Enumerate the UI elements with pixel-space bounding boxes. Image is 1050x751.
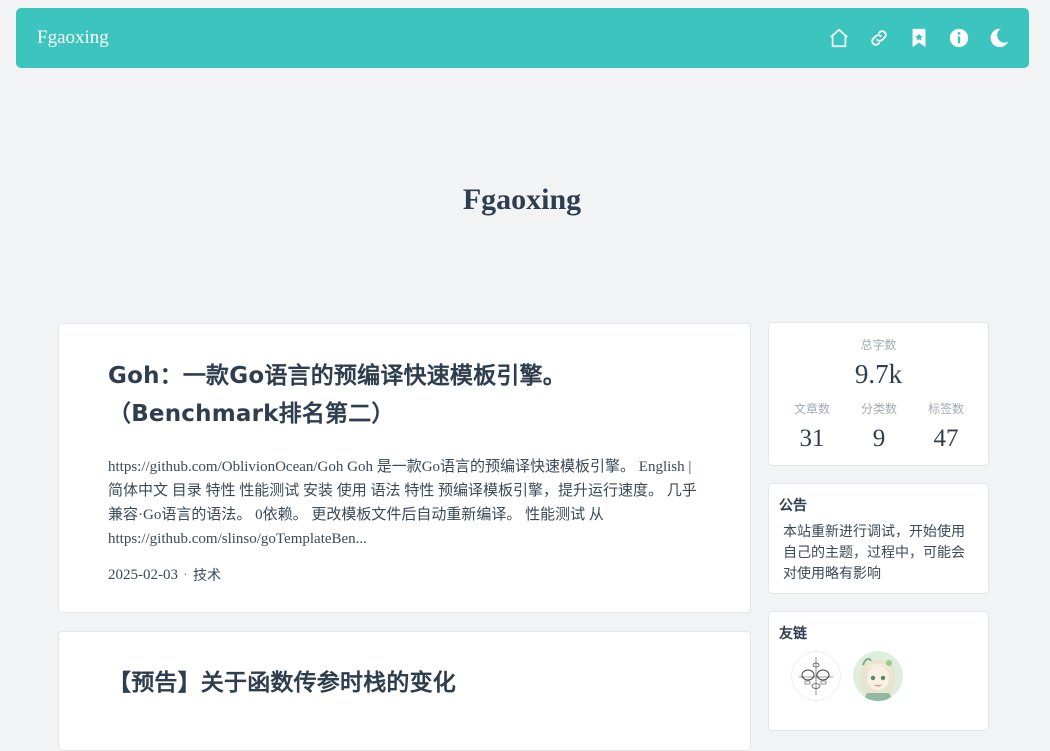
categories-label: 分类数 [860,402,897,416]
bookmark-icon[interactable] [907,26,931,50]
site-brand-link[interactable]: Fgaoxing [37,27,109,49]
tags-stat[interactable]: 标签数 47 [913,400,979,453]
post-title-line: Goh：一款Go语言的预编译快速模板引擎。 [108,363,566,389]
post-title-link[interactable]: 【预告】关于函数传参时栈的变化 [108,664,700,702]
nav-icon-group [827,26,1011,50]
friend-avatar[interactable] [853,651,903,701]
tags-label: 标签数 [927,402,964,416]
articles-label: 文章数 [793,402,830,416]
stat-row: 文章数 31 分类数 9 标签数 47 [779,400,979,453]
home-icon[interactable] [827,26,851,50]
hero-site-title: Fgaoxing [462,183,582,216]
post-date: 2025-02-03 [108,566,178,583]
post-title-line: （Benchmark排名第二） [108,401,395,427]
post-meta: 2025-02-03 · 技术 [108,565,700,585]
friend-links-card: 友链 [768,611,989,731]
articles-count: 31 [799,425,825,452]
link-icon[interactable] [867,26,891,50]
total-words-label: 总字数 [860,338,897,352]
post-title-link[interactable]: Goh：一款Go语言的预编译快速模板引擎。 （Benchmark排名第二） [108,357,700,433]
friend-avatar[interactable] [791,651,841,701]
post-card: Goh：一款Go语言的预编译快速模板引擎。 （Benchmark排名第二） ht… [58,323,751,613]
top-navbar: Fgaoxing [16,8,1029,68]
notice-title: 公告 [779,498,807,514]
site-stats-card: 总字数 9.7k 文章数 31 分类数 9 标签数 47 [768,322,989,466]
notice-card: 公告 本站重新进行调试，开始使用自己的主题，过程中，可能会对使用略有影响 [768,483,989,594]
post-category-link[interactable]: 技术 [193,565,221,585]
categories-stat[interactable]: 分类数 9 [846,400,912,453]
articles-stat[interactable]: 文章数 31 [779,400,845,453]
info-icon[interactable] [947,26,971,50]
post-card: 【预告】关于函数传参时栈的变化 [58,631,751,751]
meta-separator: · [183,566,188,583]
total-words-value: 9.7k [854,359,903,389]
friend-links-title: 友链 [779,626,807,642]
tags-count: 47 [933,425,959,452]
notice-text: 本站重新进行调试，开始使用自己的主题，过程中，可能会对使用略有影响 [783,524,965,582]
moon-icon[interactable] [987,26,1011,50]
friend-avatar-list [779,651,978,701]
post-excerpt: https://github.com/OblivionOcean/Goh Goh… [108,459,697,547]
categories-count: 9 [872,425,886,452]
